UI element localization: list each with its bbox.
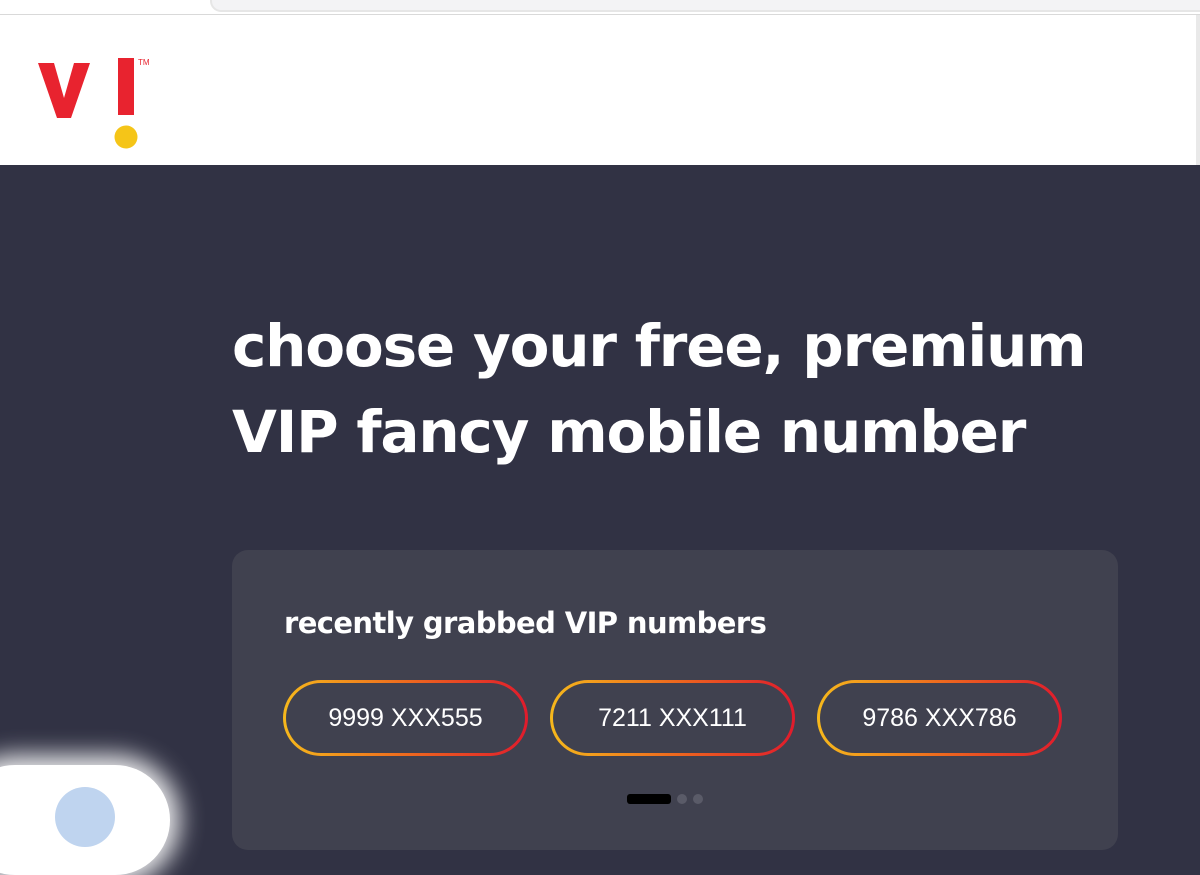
trademark-mark: TM — [138, 58, 150, 67]
vip-number-pill[interactable]: 9999 XXX555 — [283, 680, 528, 756]
browser-toolbar-edge — [0, 0, 1200, 15]
headline-line-1: choose your free, premium — [232, 312, 1087, 380]
vi-logo-icon: TM — [38, 58, 150, 118]
recent-vip-numbers-card: recently grabbed VIP numbers 9999 XXX555… — [232, 550, 1118, 850]
hero-section: choose your free, premium VIP fancy mobi… — [0, 165, 1200, 850]
vip-number-label: 7211 XXX111 — [553, 683, 792, 753]
carousel-indicator — [627, 794, 703, 804]
hero-headline: choose your free, premium VIP fancy mobi… — [232, 303, 1132, 475]
vip-number-pill[interactable]: 9786 XXX786 — [817, 680, 1062, 756]
vi-logo-dot-icon — [114, 125, 138, 149]
headline-line-2: VIP fancy mobile number — [232, 398, 1026, 466]
carousel-dot[interactable] — [677, 794, 687, 804]
vip-number-label: 9786 XXX786 — [820, 683, 1059, 753]
card-title: recently grabbed VIP numbers — [284, 606, 767, 640]
address-bar[interactable] — [210, 0, 1200, 12]
scrollbar[interactable] — [1196, 15, 1200, 165]
chat-widget-button[interactable] — [0, 765, 170, 875]
chat-avatar-icon — [55, 787, 115, 847]
vip-number-label: 9999 XXX555 — [286, 683, 525, 753]
vip-number-pill[interactable]: 7211 XXX111 — [550, 680, 795, 756]
site-header: TM — [0, 15, 1196, 165]
carousel-dot-active[interactable] — [627, 794, 671, 804]
carousel-dot[interactable] — [693, 794, 703, 804]
